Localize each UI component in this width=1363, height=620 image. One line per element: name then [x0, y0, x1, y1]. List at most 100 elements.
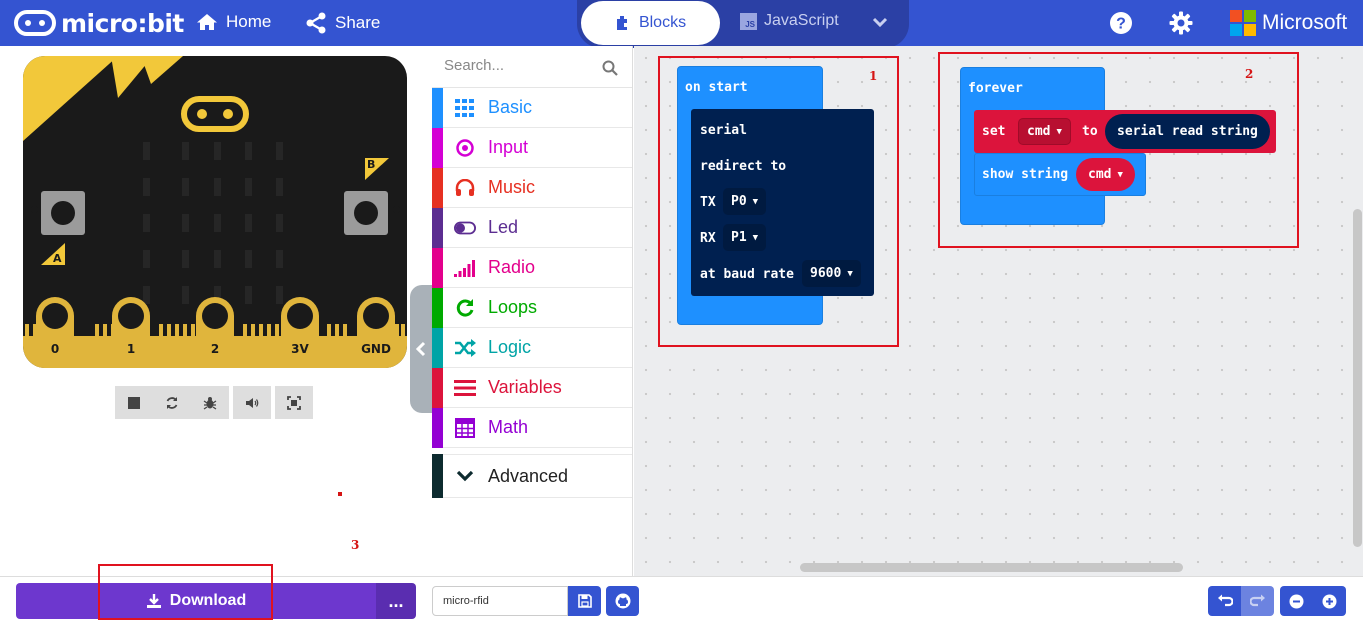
- category-loops[interactable]: Loops: [432, 287, 632, 328]
- footer-bar: Download ...: [0, 564, 1363, 620]
- category-label: Loops: [488, 297, 538, 317]
- pin-label-0: 0: [50, 342, 60, 356]
- category-label: Music: [488, 177, 536, 197]
- blocks-workspace[interactable]: on start serial redirect to TX P0 ▼ RX P1…: [634, 46, 1363, 576]
- category-label: Input: [488, 137, 529, 157]
- toolbox-search: [432, 46, 632, 88]
- editor-mode-switch: Blocks JS JavaScript: [577, 0, 909, 48]
- zoom-in-button[interactable]: [1313, 586, 1346, 616]
- home-icon: [197, 14, 217, 30]
- annotation-marker-2: 2: [1245, 67, 1254, 81]
- microsoft-logo[interactable]: Microsoft: [1230, 10, 1347, 36]
- simulator-panel: A B 0 1 2 3V GND: [0, 46, 432, 576]
- home-button[interactable]: Home: [196, 12, 271, 32]
- zoom-out-button[interactable]: [1280, 586, 1313, 616]
- board-logo: [181, 96, 249, 132]
- annotation-marker-3: 3: [351, 538, 360, 552]
- category-music[interactable]: Music: [432, 167, 632, 208]
- home-label: Home: [226, 12, 272, 31]
- category-logic[interactable]: Logic: [432, 327, 632, 368]
- pin-1[interactable]: [112, 297, 150, 368]
- github-icon: [615, 593, 630, 609]
- category-input[interactable]: Input: [432, 127, 632, 168]
- category-variables[interactable]: Variables: [432, 367, 632, 408]
- save-icon: [577, 594, 592, 608]
- chevron-down-icon[interactable]: [872, 16, 888, 28]
- pin-label-gnd: GND: [361, 342, 391, 356]
- annotation-dot: [338, 492, 342, 496]
- category-basic[interactable]: Basic: [432, 87, 632, 128]
- undo-icon: [1217, 594, 1233, 607]
- category-label: Radio: [488, 257, 536, 277]
- sound-icon: [246, 397, 259, 408]
- undo-button[interactable]: [1208, 586, 1241, 616]
- annotation-box-3: [98, 564, 273, 620]
- button-a[interactable]: [41, 191, 85, 235]
- pin-2[interactable]: [196, 297, 234, 368]
- more-label: ...: [388, 590, 404, 611]
- board-edge-dot: [31, 206, 38, 213]
- fullscreen-button[interactable]: [275, 386, 313, 419]
- vertical-scrollbar[interactable]: [1353, 209, 1362, 547]
- search-input[interactable]: [444, 57, 604, 74]
- restart-icon: [166, 396, 178, 409]
- stop-button[interactable]: [115, 386, 153, 419]
- redo-icon: [1249, 594, 1265, 607]
- redo-button[interactable]: [1241, 586, 1274, 616]
- restart-button[interactable]: [153, 386, 191, 419]
- stop-icon: [128, 396, 140, 409]
- save-button[interactable]: [568, 586, 601, 616]
- collapse-simulator-button[interactable]: [410, 285, 432, 413]
- javascript-tab[interactable]: JS JavaScript: [740, 12, 839, 30]
- sound-button[interactable]: [233, 386, 271, 419]
- category-label: Advanced: [488, 465, 569, 486]
- microbit-board: A B 0 1 2 3V GND: [23, 56, 407, 368]
- calculator-icon: [454, 417, 476, 439]
- project-name-input[interactable]: [432, 586, 568, 616]
- toolbox: Basic Input Music Led Radio Loops: [432, 46, 633, 576]
- horizontal-scrollbar[interactable]: [800, 563, 1183, 572]
- svg-text:?: ?: [1116, 16, 1126, 33]
- blocks-tab[interactable]: Blocks: [581, 1, 720, 45]
- board-edge-dot: [393, 206, 400, 213]
- category-led[interactable]: Led: [432, 207, 632, 248]
- chevron-left-icon: [416, 341, 426, 357]
- annotation-marker-1: 1: [869, 69, 878, 83]
- js-icon: JS: [740, 12, 757, 30]
- help-icon[interactable]: ?: [1109, 11, 1133, 35]
- loop-icon: [454, 297, 476, 319]
- microbit-logo-icon: [14, 10, 56, 36]
- github-button[interactable]: [606, 586, 639, 616]
- headphones-icon: [454, 177, 476, 199]
- category-label: Logic: [488, 337, 532, 357]
- category-label: Variables: [488, 377, 562, 397]
- pin-gnd: [357, 297, 395, 368]
- debug-button[interactable]: [191, 386, 229, 419]
- category-radio[interactable]: Radio: [432, 247, 632, 288]
- fullscreen-icon: [287, 395, 301, 410]
- grid-icon: [454, 97, 476, 119]
- javascript-label: JavaScript: [764, 12, 839, 29]
- share-button[interactable]: Share: [305, 12, 380, 34]
- more-options-button[interactable]: ...: [376, 583, 416, 619]
- category-label: Led: [488, 217, 519, 237]
- pin-3v: [281, 297, 319, 368]
- microbit-logo[interactable]: micro:bit: [14, 8, 184, 38]
- button-b-label: B: [367, 158, 376, 171]
- chevron-down-icon: [454, 465, 476, 487]
- debug-icon: [203, 396, 217, 410]
- target-icon: [454, 137, 476, 159]
- pin-label-2: 2: [210, 342, 220, 356]
- search-icon[interactable]: [602, 60, 618, 76]
- shuffle-icon: [454, 337, 476, 359]
- button-b[interactable]: [344, 191, 388, 235]
- logo-text: micro:bit: [61, 8, 184, 38]
- share-label: Share: [335, 13, 381, 32]
- pin-0[interactable]: [36, 297, 74, 368]
- microsoft-label: Microsoft: [1262, 11, 1348, 34]
- category-advanced[interactable]: Advanced: [432, 454, 632, 498]
- pin-label-3v: 3V: [291, 342, 309, 356]
- pin-label-1: 1: [126, 342, 136, 356]
- category-math[interactable]: Math: [432, 407, 632, 448]
- gear-icon[interactable]: [1169, 11, 1193, 35]
